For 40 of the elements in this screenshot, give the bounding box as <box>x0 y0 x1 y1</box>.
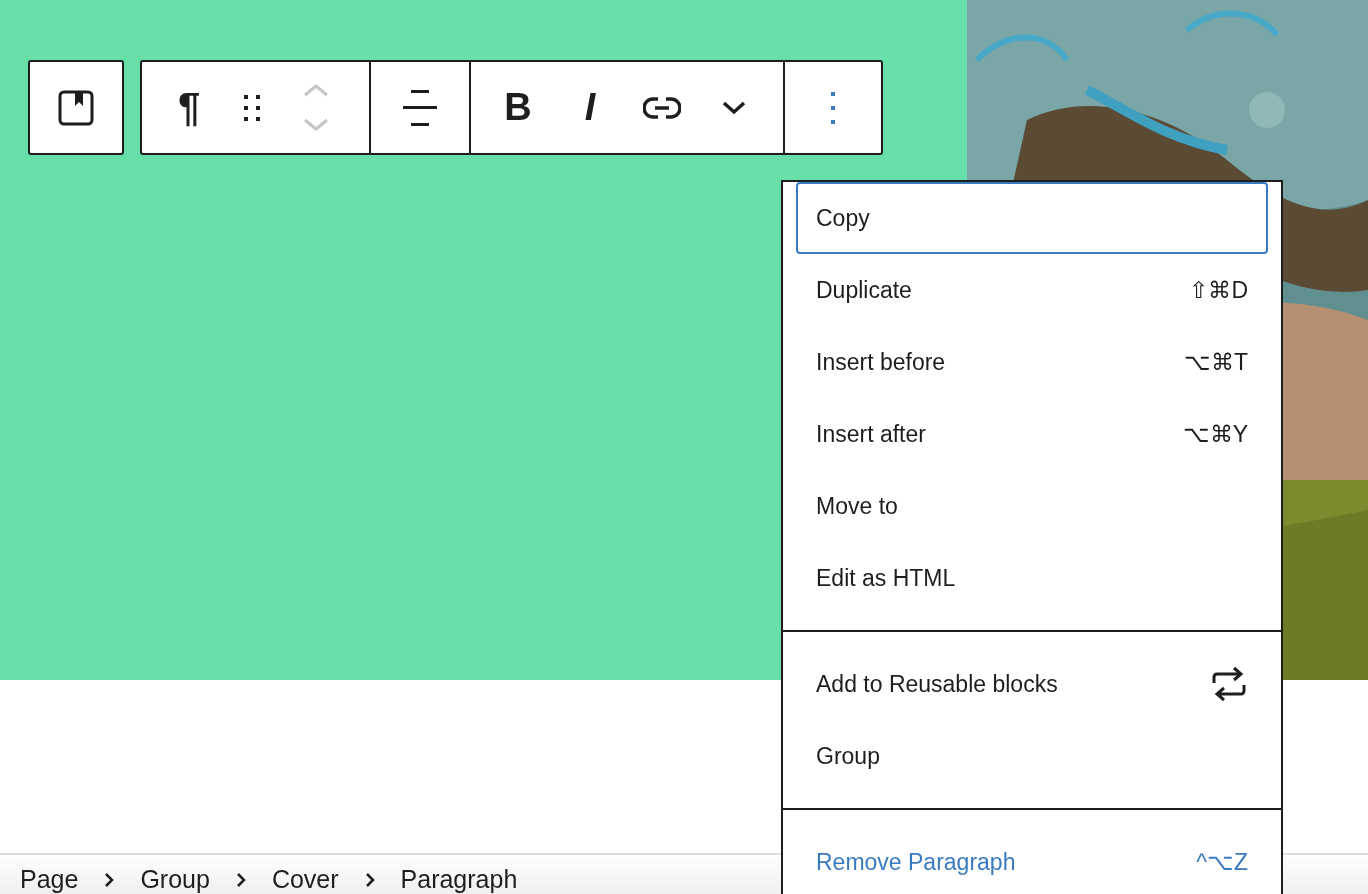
shortcut: ⌥⌘Y <box>1182 420 1248 448</box>
menu-item-label: Group <box>816 742 880 770</box>
chevron-right-icon <box>364 872 375 888</box>
menu-item[interactable]: Group <box>796 720 1268 792</box>
up-down-chevron-icon <box>303 83 329 132</box>
menu-item[interactable]: Insert after ⌥⌘Y <box>796 398 1268 470</box>
bold-button[interactable]: B <box>482 62 554 153</box>
menu-item-label: Insert before <box>816 348 946 376</box>
more-vertical-icon <box>830 89 836 126</box>
drag-icon <box>242 92 262 123</box>
menu-item[interactable]: Duplicate ⇧⌘D <box>796 254 1268 326</box>
menu-item-label: Edit as HTML <box>816 564 956 592</box>
menu-item[interactable]: Move to <box>796 470 1268 542</box>
menu-item-label: Insert after <box>816 420 926 448</box>
breadcrumb-item[interactable]: Group <box>140 864 210 894</box>
breadcrumb-item[interactable]: Paragraph <box>400 864 518 894</box>
chevron-right-icon <box>104 872 115 888</box>
menu-item[interactable]: Remove Paragraph ^⌥Z <box>796 826 1268 894</box>
italic-button[interactable]: I <box>554 62 626 153</box>
link-icon <box>643 95 681 120</box>
align-center-icon <box>403 87 437 128</box>
chevron-down-icon <box>722 100 746 115</box>
shortcut: ^⌥Z <box>1196 848 1248 876</box>
shortcut: ⌥⌘T <box>1183 348 1248 376</box>
menu-item[interactable]: Edit as HTML <box>796 542 1268 614</box>
repeat-icon <box>1210 665 1248 703</box>
menu-item-label: Copy <box>816 204 870 232</box>
shortcut: ⇧⌘D <box>1189 276 1248 304</box>
menu-item-label: Add to Reusable blocks <box>816 670 1058 698</box>
bookmark-icon <box>58 89 94 126</box>
menu-item[interactable]: Copy <box>796 182 1268 254</box>
breadcrumb-item[interactable]: Cover <box>271 864 339 894</box>
chevron-right-icon <box>235 872 246 888</box>
menu-item-label: Duplicate <box>816 276 912 304</box>
breadcrumb-item[interactable]: Page <box>20 864 79 894</box>
menu-item[interactable]: Add to Reusable blocks <box>796 648 1268 720</box>
menu-item[interactable]: Insert before ⌥⌘T <box>796 326 1268 398</box>
paragraph-button[interactable]: ¶ <box>154 62 224 153</box>
menu-item-label: Remove Paragraph <box>816 848 1016 876</box>
menu-item-label: Move to <box>816 492 898 520</box>
